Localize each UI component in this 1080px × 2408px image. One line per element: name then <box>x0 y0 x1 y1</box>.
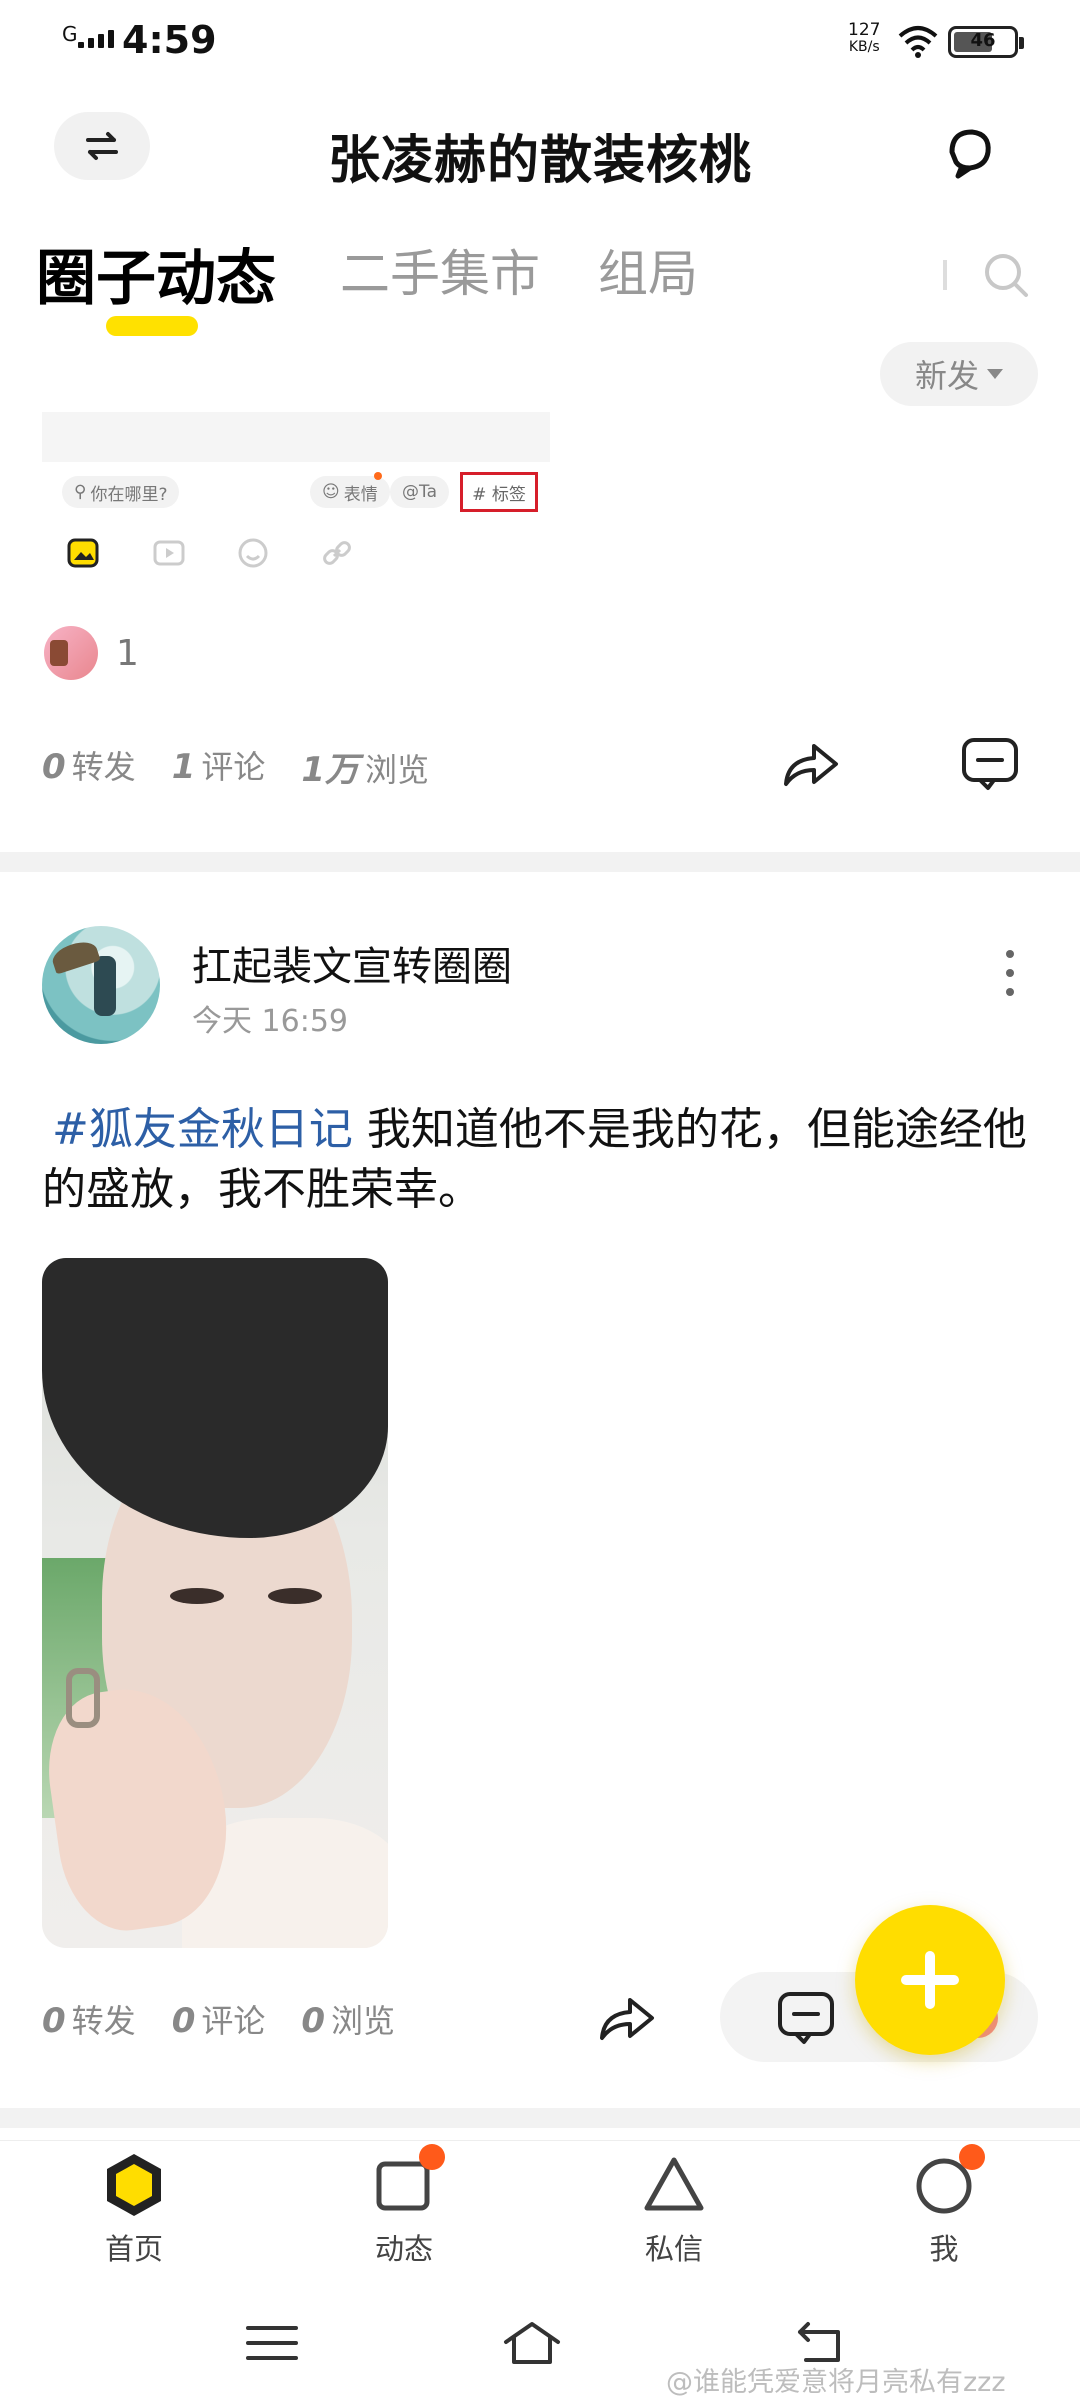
emoji-chip-label: 表情 <box>343 484 378 505</box>
network-speed-unit: KB/s <box>848 39 880 55</box>
post-image[interactable] <box>42 1258 388 1948</box>
repost-label: 转发 <box>71 2002 136 2040</box>
liker-avatar <box>44 626 98 680</box>
nav-feed[interactable]: 动态 <box>324 2144 484 2268</box>
location-pin-icon: ⚲ <box>74 482 87 502</box>
bell-icon[interactable] <box>940 122 1000 182</box>
comment-count: 1 <box>171 747 196 787</box>
view-count: 1万 <box>301 750 360 790</box>
location-chip: ⚲ 你在哪里? <box>62 476 180 508</box>
repost-count: 0 <box>42 2001 66 2041</box>
emoji-face-icon <box>238 538 268 568</box>
mention-chip: @Ta <box>390 476 449 508</box>
post-timestamp: 今天 16:59 <box>192 1004 348 1039</box>
nav-home-label: 首页 <box>104 2232 163 2266</box>
emoji-chip: ☺ 表情 <box>310 476 390 508</box>
battery-icon: 46 <box>948 26 1024 58</box>
triangle-message-icon <box>639 2150 709 2220</box>
sort-label: 新发 <box>914 357 979 395</box>
search-icon[interactable] <box>982 250 1032 300</box>
circle-profile-icon <box>909 2144 985 2220</box>
comment-label: 评论 <box>201 2002 266 2040</box>
caret-down-icon <box>987 369 1003 379</box>
nav-home[interactable]: 首页 <box>54 2150 214 2268</box>
menu-icon[interactable] <box>242 2318 302 2368</box>
network-type: G <box>62 22 78 46</box>
network-speed: 127 KB/s <box>848 22 880 56</box>
video-icon <box>153 540 185 566</box>
view-stat: 1万 浏览 <box>301 742 429 791</box>
view-label: 浏览 <box>365 751 430 789</box>
composer-input-preview <box>42 412 550 462</box>
nav-profile-label: 我 <box>929 2232 959 2266</box>
view-count: 0 <box>301 2001 326 2041</box>
status-bar: G 4:59 127 KB/s 46 <box>0 0 1080 84</box>
comment-label: 评论 <box>201 748 266 786</box>
nav-feed-label: 动态 <box>374 2232 433 2266</box>
author-avatar[interactable] <box>42 926 160 1044</box>
more-options-icon[interactable] <box>1000 950 1020 996</box>
previous-post-stats: 0 转发 1 评论 1万 浏览 <box>42 742 429 791</box>
share-icon[interactable] <box>594 1986 658 2050</box>
image-icon <box>67 538 99 568</box>
comment-stat: 1 评论 <box>172 742 266 791</box>
tag-chip-highlighted: # 标签 <box>460 472 538 512</box>
hexagon-home-icon <box>99 2150 169 2220</box>
post-separator <box>0 852 1080 872</box>
author-name[interactable]: 扛起裴文宣转圈圈 <box>192 934 512 992</box>
emoji-new-dot <box>374 472 382 480</box>
post-body: #狐友金秋日记 我知道他不是我的花，但能途经他的盛放，我不胜荣幸。 <box>42 1100 1042 1220</box>
emoji-icon: ☺ <box>322 482 340 502</box>
view-stat: 0 浏览 <box>301 1996 395 2042</box>
comment-icon[interactable] <box>774 1986 838 2050</box>
battery-level: 46 <box>970 30 996 51</box>
view-label: 浏览 <box>331 2002 396 2040</box>
post-stats: 0 转发 0 评论 0 浏览 <box>42 1996 395 2042</box>
link-icon <box>323 541 351 565</box>
post-hashtag[interactable]: #狐友金秋日记 <box>52 1104 353 1155</box>
active-tab-indicator <box>106 316 198 336</box>
signal-icon <box>78 30 114 48</box>
nav-messages-label: 私信 <box>644 2232 703 2266</box>
square-feed-icon <box>369 2144 445 2220</box>
like-count: 1 <box>116 632 139 674</box>
location-chip-label: 你在哪里? <box>90 484 168 505</box>
tab-divider <box>943 260 947 290</box>
home-icon[interactable] <box>502 2318 562 2368</box>
feed-badge-dot <box>419 2144 445 2170</box>
tab-second-hand-market[interactable]: 二手集市 <box>340 234 540 306</box>
tab-circle-feed[interactable]: 圈子动态 <box>36 230 276 317</box>
repost-stat: 0 转发 <box>42 742 136 791</box>
watermark: @谁能凭爱意将月亮私有zzz <box>666 2367 1006 2398</box>
nav-messages[interactable]: 私信 <box>594 2150 754 2268</box>
page-title: 张凌赫的散装核桃 <box>327 131 752 191</box>
repost-label: 转发 <box>71 748 136 786</box>
comment-count: 0 <box>171 2001 196 2041</box>
share-icon[interactable] <box>778 732 842 796</box>
wifi-icon <box>898 26 938 58</box>
comment-icon[interactable] <box>958 732 1022 796</box>
plus-icon <box>901 1951 959 2009</box>
repost-stat: 0 转发 <box>42 1996 136 2042</box>
tab-meetup[interactable]: 组局 <box>598 234 698 306</box>
comment-stat: 0 评论 <box>172 1996 266 2042</box>
nav-profile[interactable]: 我 <box>864 2144 1024 2268</box>
clock: 4:59 <box>122 18 217 62</box>
profile-badge-dot <box>959 2144 985 2170</box>
like-row[interactable]: 1 <box>44 626 139 680</box>
network-speed-value: 127 <box>848 20 881 40</box>
create-post-button[interactable] <box>855 1905 1005 2055</box>
post-separator <box>0 2108 1080 2128</box>
repost-count: 0 <box>42 747 66 787</box>
sort-dropdown[interactable]: 新发 <box>880 342 1038 406</box>
